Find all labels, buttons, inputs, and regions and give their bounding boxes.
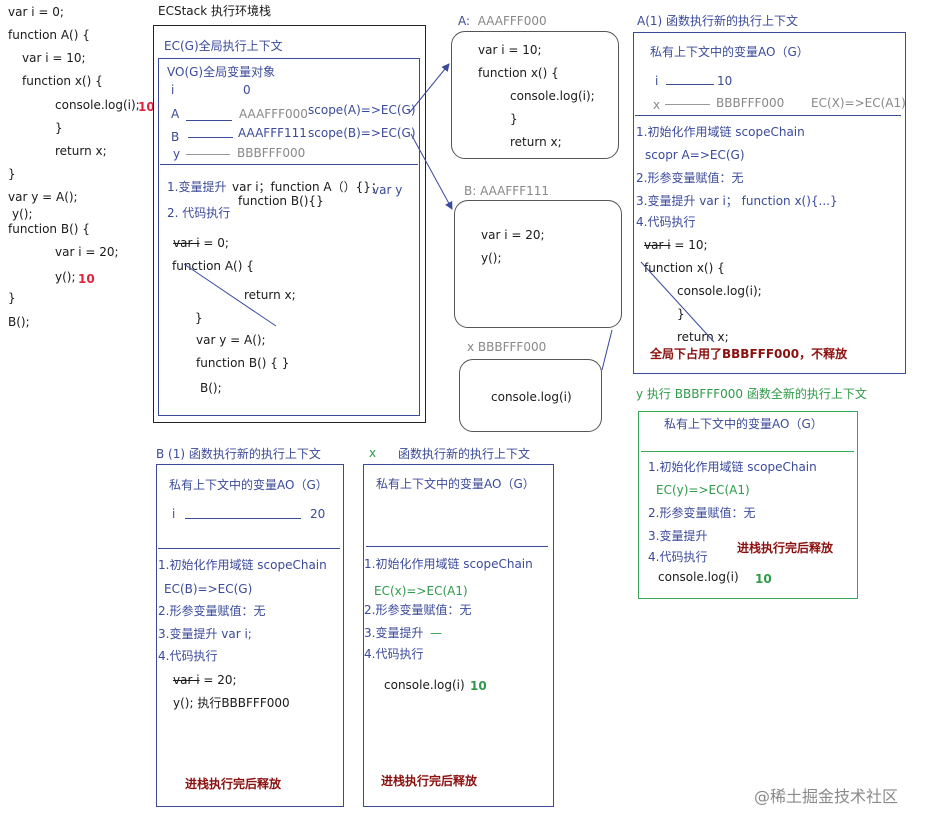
arrow-x-to-heap [601, 329, 613, 371]
code-strike-diagonal [183, 263, 277, 327]
connector-layer [183, 63, 715, 371]
arrow-a-to-heap [409, 63, 450, 113]
code-strike-diagonal [640, 261, 715, 343]
arrow-b-to-heap [410, 133, 453, 210]
